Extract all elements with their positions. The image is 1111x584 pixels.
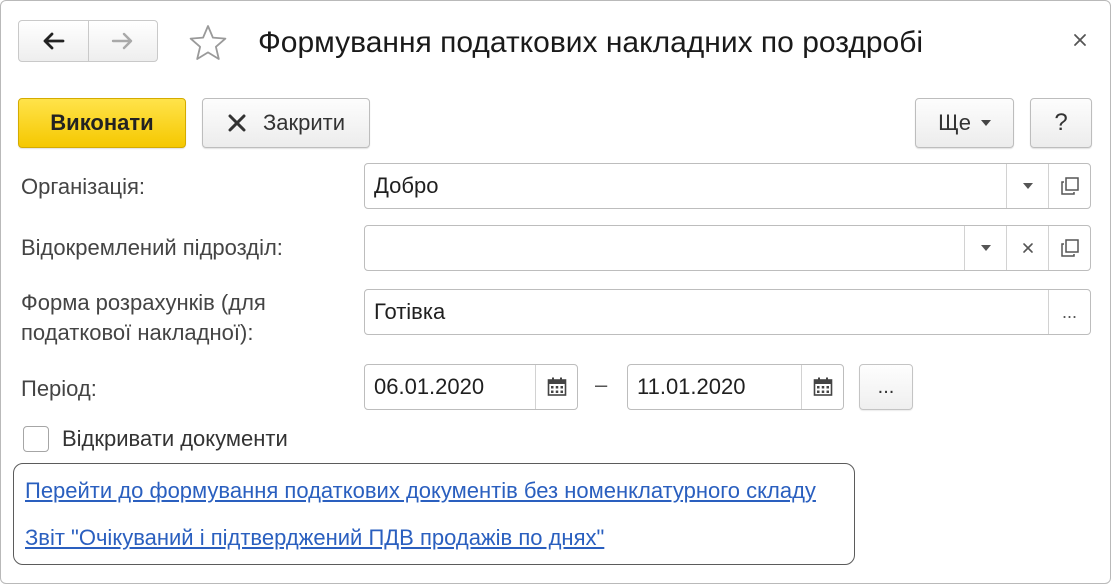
close-icon <box>227 113 247 133</box>
payment-form-select-button[interactable]: ... <box>1048 290 1090 334</box>
period-select-button[interactable]: ... <box>859 364 913 410</box>
more-button-label: Ще <box>938 110 971 135</box>
organization-label: Організація: <box>21 174 145 199</box>
calendar-icon <box>547 377 566 396</box>
period-end-calendar-button[interactable] <box>801 365 843 409</box>
subdivision-label: Відокремлений підрозділ: <box>21 235 283 260</box>
page-title: Формування податкових накладних по роздр… <box>258 26 924 59</box>
period-start-calendar-button[interactable] <box>535 365 577 409</box>
open-documents-checkbox[interactable] <box>23 426 49 452</box>
chevron-down-icon <box>980 245 991 251</box>
payment-form-label-line2: податкової накладної): <box>21 320 254 345</box>
organization-field: Добро <box>364 163 1091 209</box>
subdivision-dropdown-button[interactable] <box>964 226 1006 270</box>
subdivision-open-button[interactable] <box>1048 226 1090 270</box>
payment-form-label-line1: Форма розрахунків (для <box>21 290 266 315</box>
navigation-buttons <box>18 20 158 62</box>
close-icon <box>1074 34 1086 46</box>
more-menu-button[interactable]: Ще <box>915 98 1014 148</box>
arrow-left-icon <box>43 32 65 50</box>
close-button-label: Закрити <box>262 110 346 135</box>
execute-button[interactable]: Виконати <box>18 98 186 148</box>
period-end-input[interactable]: 11.01.2020 <box>628 365 801 409</box>
payment-form-field: Готівка ... <box>364 289 1091 335</box>
close-window-button[interactable] <box>1067 27 1093 53</box>
organization-input[interactable]: Добро <box>365 164 1006 208</box>
period-start-input[interactable]: 06.01.2020 <box>365 365 535 409</box>
organization-open-button[interactable] <box>1048 164 1090 208</box>
link-vat-report[interactable]: Звіт "Очікуваний і підтверджений ПДВ про… <box>25 524 604 552</box>
payment-form-input[interactable]: Готівка <box>365 290 1048 334</box>
chevron-down-icon <box>1022 183 1033 189</box>
period-separator: – <box>595 372 608 397</box>
period-label: Період: <box>21 376 97 401</box>
help-button[interactable]: ? <box>1030 98 1092 148</box>
link-tax-docs-without-nomenclature[interactable]: Перейти до формування податкових докумен… <box>25 477 816 505</box>
open-copy-icon <box>1060 239 1079 257</box>
forward-button[interactable] <box>87 21 158 61</box>
subdivision-input[interactable] <box>365 226 964 270</box>
subdivision-field <box>364 225 1091 271</box>
favorite-button[interactable] <box>188 23 228 63</box>
back-button[interactable] <box>19 21 88 61</box>
calendar-icon <box>813 377 832 396</box>
clear-icon <box>1022 243 1033 253</box>
close-button[interactable]: Закрити <box>202 98 370 148</box>
links-group: Перейти до формування податкових докумен… <box>13 463 855 565</box>
period-end-field: 11.01.2020 <box>627 364 844 410</box>
dialog-window: Формування податкових накладних по роздр… <box>0 0 1111 584</box>
open-copy-icon <box>1060 177 1079 195</box>
star-outline-icon <box>189 25 227 60</box>
organization-dropdown-button[interactable] <box>1006 164 1048 208</box>
chevron-down-icon <box>980 120 991 126</box>
subdivision-clear-button[interactable] <box>1006 226 1048 270</box>
open-documents-label[interactable]: Відкривати документи <box>62 425 288 453</box>
period-start-field: 06.01.2020 <box>364 364 578 410</box>
arrow-right-icon <box>111 32 132 50</box>
